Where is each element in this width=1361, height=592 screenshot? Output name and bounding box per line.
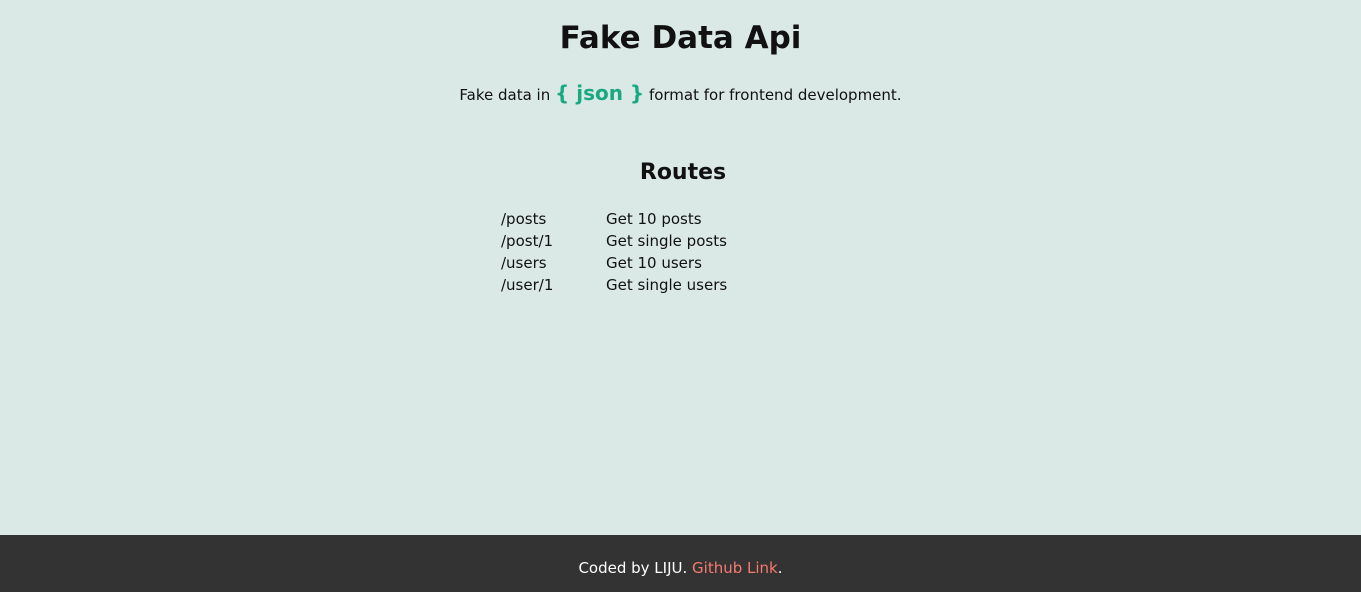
page-title: Fake Data Api [559, 20, 802, 56]
table-row: /user/1 Get single users [501, 274, 727, 296]
tagline-suffix: format for frontend development. [648, 86, 902, 104]
table-row: /users Get 10 users [501, 252, 727, 274]
json-highlight: { json } [555, 81, 645, 105]
route-description: Get 10 posts [606, 210, 702, 228]
route-description: Get 10 users [606, 254, 702, 272]
route-path: /users [501, 254, 547, 272]
route-description: Get single posts [606, 232, 727, 250]
route-path: /post/1 [501, 232, 554, 250]
route-description: Get single users [606, 276, 728, 294]
routes-heading: Routes [639, 160, 727, 185]
tagline: Fake data in { json } format for fronten… [0, 79, 1361, 109]
routes-table: /posts Get 10 posts /post/1 Get single p… [501, 208, 727, 296]
table-row: /post/1 Get single posts [501, 230, 727, 252]
footer-credit: Coded by LIJU. [578, 559, 688, 577]
main-content: Fake Data Api Fake data in { json } form… [0, 0, 1361, 535]
github-link[interactable]: Github Link [692, 559, 778, 577]
route-path: /posts [501, 210, 547, 228]
route-path: /user/1 [501, 276, 554, 294]
footer-suffix: . [777, 559, 783, 577]
table-row: /posts Get 10 posts [501, 208, 727, 230]
site-footer: Coded by LIJU. Github Link. [0, 535, 1361, 592]
tagline-prefix: Fake data in [459, 86, 551, 104]
